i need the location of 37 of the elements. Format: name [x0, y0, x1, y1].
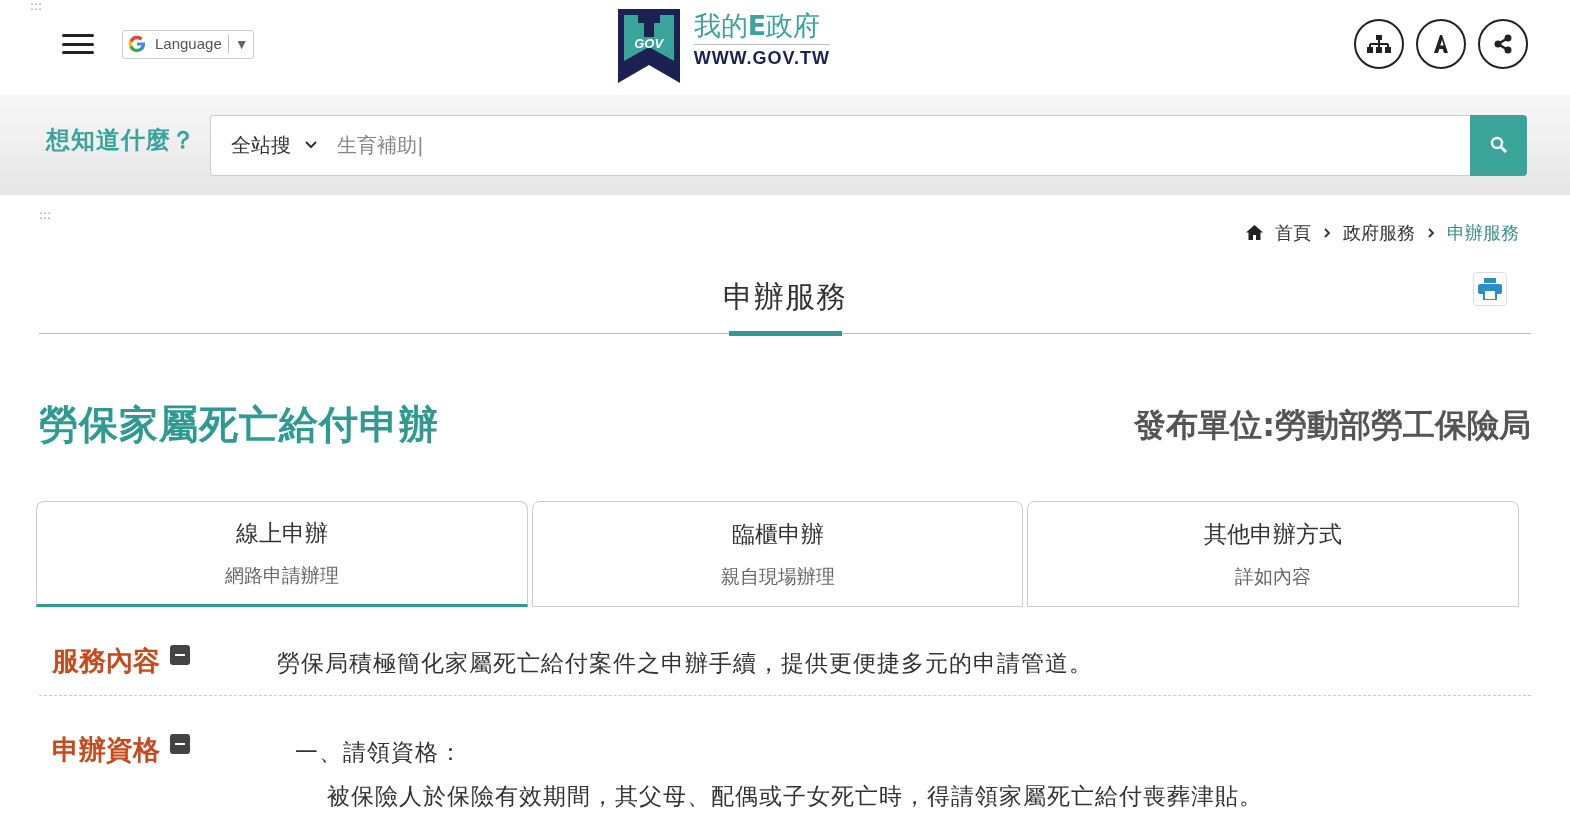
sitemap-icon[interactable]	[1354, 19, 1404, 69]
scope-dropdown[interactable]: 全站搜	[210, 114, 331, 176]
logo-title: 我的E政府	[693, 9, 830, 45]
section-title: 服務內容	[52, 643, 160, 678]
logo-url: WWW.GOV.TW	[693, 47, 830, 70]
home-icon	[1246, 225, 1263, 240]
search-icon	[1489, 136, 1508, 154]
body-text: 一、請領資格：	[294, 737, 464, 767]
search-button[interactable]	[1470, 114, 1527, 176]
menu-icon[interactable]	[62, 32, 94, 56]
publisher-label: 發布單位:勞動部勞工保險局	[1134, 405, 1531, 447]
language-selector[interactable]: Language ▼	[122, 29, 254, 59]
print-icon[interactable]	[1473, 272, 1507, 306]
service-heading: 勞保家屬死亡給付申辦	[39, 401, 439, 449]
tab[interactable]: 線上申辦 網路申請辦理	[36, 500, 528, 607]
share-icon[interactable]	[1478, 19, 1528, 69]
collapse-icon[interactable]	[170, 644, 190, 665]
language-label: Language	[155, 33, 222, 54]
collapse-icon[interactable]	[170, 733, 190, 754]
chevron-icon	[305, 141, 317, 149]
search-prompt: 想知道什麼？	[46, 125, 196, 156]
tab[interactable]: 其他申辦方式 詳如內容	[1027, 500, 1519, 607]
chevron-icon	[1323, 226, 1331, 239]
logo-icon: GOV	[617, 9, 680, 83]
body-text: 被保險人於保險有效期間，其父母、配偶或子女死亡時，得請領家屬死亡給付喪葬津貼。	[326, 781, 1264, 811]
page-title: 申辦服務	[723, 278, 847, 316]
caret-icon: ▼	[234, 33, 249, 55]
breadcrumb-link[interactable]: 政府服務	[1343, 219, 1415, 246]
breadcrumb-link[interactable]: 首頁	[1275, 219, 1311, 246]
chevron-icon	[1427, 226, 1435, 239]
breadcrumb-link[interactable]: 申辦服務	[1447, 219, 1519, 246]
search-field[interactable]: 生育補助|	[331, 114, 1470, 176]
tab[interactable]: 臨櫃申辦 親自現場辦理	[531, 500, 1024, 607]
font-size-icon[interactable]	[1416, 19, 1466, 69]
g-icon	[127, 34, 147, 54]
body-text: 勞保局積極簡化家屬死亡給付案件之申辦手續，提供更便捷多元的申請管道。	[277, 648, 1094, 678]
section-title: 申辦資格	[52, 732, 160, 767]
